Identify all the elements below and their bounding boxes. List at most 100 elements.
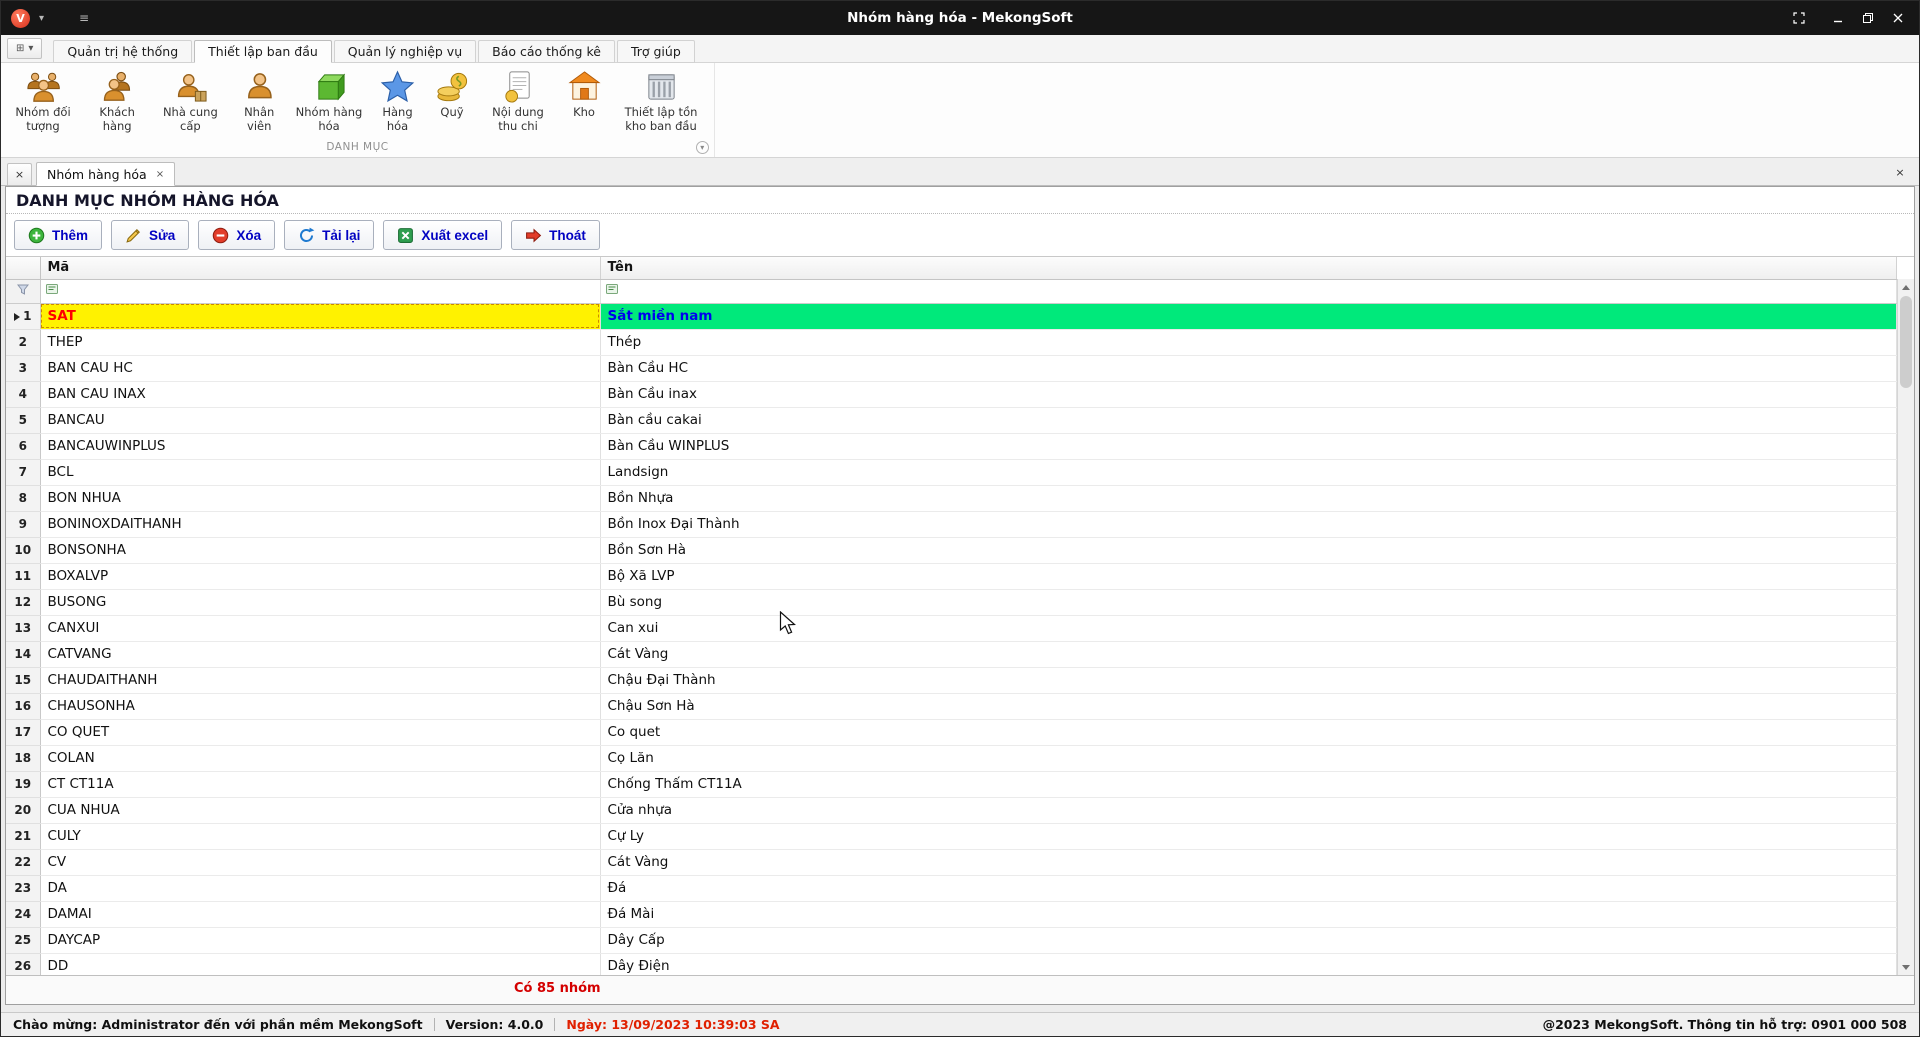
ribbon-item-nhom-hang-hoa[interactable]: Nhóm hàng hóa <box>289 67 369 139</box>
table-row[interactable]: 14CATVANGCát Vàng <box>6 641 1897 667</box>
row-indicator[interactable]: 17 <box>6 719 40 745</box>
cell-ten[interactable]: Chậu Sơn Hà <box>600 693 1897 719</box>
column-header-ma[interactable]: Mã <box>40 257 600 279</box>
cell-ten[interactable]: Bàn Cầu WINPLUS <box>600 433 1897 459</box>
cell-ten[interactable]: Cự Ly <box>600 823 1897 849</box>
table-row[interactable]: 18COLANCọ Lăn <box>6 745 1897 771</box>
cell-ma[interactable]: CO QUET <box>40 719 600 745</box>
row-indicator[interactable]: 26 <box>6 953 40 975</box>
cell-ten[interactable]: Cửa nhựa <box>600 797 1897 823</box>
quick-access-caret-icon[interactable]: ▾ <box>39 13 44 24</box>
tab-thiet-lap-ban-dau[interactable]: Thiết lập ban đầu <box>194 40 332 63</box>
cell-ma[interactable]: COLAN <box>40 745 600 771</box>
cell-ma[interactable]: DA <box>40 875 600 901</box>
cell-ten[interactable]: Bồn Nhựa <box>600 485 1897 511</box>
cell-ma[interactable]: BCL <box>40 459 600 485</box>
table-row[interactable]: 12BUSONGBù song <box>6 589 1897 615</box>
row-indicator[interactable]: 16 <box>6 693 40 719</box>
table-row[interactable]: 19CT CT11AChống Thấm CT11A <box>6 771 1897 797</box>
cell-ma[interactable]: DD <box>40 953 600 975</box>
tab-close-icon[interactable]: × <box>156 169 164 180</box>
table-row[interactable]: 1SATSắt miền nam <box>6 303 1897 329</box>
table-row[interactable]: 6BANCAUWINPLUSBàn Cầu WINPLUS <box>6 433 1897 459</box>
row-indicator[interactable]: 1 <box>6 303 40 329</box>
close-tab-button-right[interactable]: × <box>1890 163 1910 181</box>
row-indicator[interactable]: 23 <box>6 875 40 901</box>
document-tab-nhom-hang-hoa[interactable]: Nhóm hàng hóa × <box>36 162 175 186</box>
row-indicator[interactable]: 22 <box>6 849 40 875</box>
column-header-ten[interactable]: Tên <box>600 257 1897 279</box>
cell-ten[interactable]: Đá Mài <box>600 901 1897 927</box>
cell-ma[interactable]: BON NHUA <box>40 485 600 511</box>
row-indicator[interactable]: 20 <box>6 797 40 823</box>
cell-ten[interactable]: Dây Điện <box>600 953 1897 975</box>
table-row[interactable]: 21CULYCự Ly <box>6 823 1897 849</box>
fit-screen-button[interactable] <box>1787 8 1810 28</box>
table-row[interactable]: 5BANCAUBàn cầu cakai <box>6 407 1897 433</box>
cell-ten[interactable]: Bộ Xã LVP <box>600 563 1897 589</box>
cell-ten[interactable]: Dây Cấp <box>600 927 1897 953</box>
row-indicator[interactable]: 7 <box>6 459 40 485</box>
cell-ten[interactable]: Bồn Inox Đại Thành <box>600 511 1897 537</box>
cell-ma[interactable]: CHAUDAITHANH <box>40 667 600 693</box>
cell-ten[interactable]: Thép <box>600 329 1897 355</box>
cell-ma[interactable]: DAMAI <box>40 901 600 927</box>
table-row[interactable]: 26DDDây Điện <box>6 953 1897 975</box>
row-indicator[interactable]: 6 <box>6 433 40 459</box>
cell-ma[interactable]: CUA NHUA <box>40 797 600 823</box>
table-row[interactable]: 11BOXALVPBộ Xã LVP <box>6 563 1897 589</box>
table-row[interactable]: 20CUA NHUACửa nhựa <box>6 797 1897 823</box>
cell-ma[interactable]: CT CT11A <box>40 771 600 797</box>
table-row[interactable]: 22CVCát Vàng <box>6 849 1897 875</box>
row-indicator[interactable]: 11 <box>6 563 40 589</box>
vertical-scrollbar[interactable] <box>1897 279 1914 975</box>
cell-ten[interactable]: Landsign <box>600 459 1897 485</box>
delete-button[interactable]: Xóa <box>198 220 275 250</box>
row-indicator[interactable]: 19 <box>6 771 40 797</box>
cell-ma[interactable]: BANCAU <box>40 407 600 433</box>
table-row[interactable]: 23DAĐá <box>6 875 1897 901</box>
table-row[interactable]: 17CO QUETCo quet <box>6 719 1897 745</box>
row-indicator[interactable]: 13 <box>6 615 40 641</box>
row-indicator[interactable]: 15 <box>6 667 40 693</box>
row-indicator[interactable]: 4 <box>6 381 40 407</box>
row-indicator[interactable]: 2 <box>6 329 40 355</box>
ribbon-item-quy[interactable]: Quỹ <box>426 67 478 139</box>
table-row[interactable]: 3BAN CAU HCBàn Cầu HC <box>6 355 1897 381</box>
cell-ma[interactable]: CHAUSONHA <box>40 693 600 719</box>
cell-ma[interactable]: CANXUI <box>40 615 600 641</box>
cell-ten[interactable]: Cọ Lăn <box>600 745 1897 771</box>
table-row[interactable]: 16CHAUSONHAChậu Sơn Hà <box>6 693 1897 719</box>
tab-quan-tri-he-thong[interactable]: Quản trị hệ thống <box>53 40 192 63</box>
tab-bao-cao-thong-ke[interactable]: Báo cáo thống kê <box>478 40 615 63</box>
cell-ma[interactable]: BUSONG <box>40 589 600 615</box>
cell-ten[interactable]: Can xui <box>600 615 1897 641</box>
filter-cell-ten[interactable] <box>600 279 1897 303</box>
table-row[interactable]: 2THEPThép <box>6 329 1897 355</box>
row-indicator[interactable]: 25 <box>6 927 40 953</box>
cell-ma[interactable]: BAN CAU INAX <box>40 381 600 407</box>
table-row[interactable]: 25DAYCAPDây Cấp <box>6 927 1897 953</box>
ribbon-item-nha-cung-cap[interactable]: Nhà cung cấp <box>151 67 229 139</box>
ribbon-item-nhan-vien[interactable]: Nhân viên <box>229 67 289 139</box>
cell-ten[interactable]: Sắt miền nam <box>600 303 1897 329</box>
close-tab-button-left[interactable]: × <box>7 163 32 185</box>
cell-ten[interactable]: Chống Thấm CT11A <box>600 771 1897 797</box>
row-indicator[interactable]: 5 <box>6 407 40 433</box>
row-indicator[interactable]: 24 <box>6 901 40 927</box>
cell-ten[interactable]: Co quet <box>600 719 1897 745</box>
row-indicator[interactable]: 18 <box>6 745 40 771</box>
ribbon-item-hang-hoa[interactable]: Hàng hóa <box>369 67 426 139</box>
cell-ma[interactable]: BANCAUWINPLUS <box>40 433 600 459</box>
cell-ma[interactable]: SAT <box>40 303 600 329</box>
row-indicator[interactable]: 21 <box>6 823 40 849</box>
table-row[interactable]: 13CANXUICan xui <box>6 615 1897 641</box>
cell-ma[interactable]: CV <box>40 849 600 875</box>
tab-tro-giup[interactable]: Trợ giúp <box>617 40 695 63</box>
exit-button[interactable]: Thoát <box>511 220 600 250</box>
edit-button[interactable]: Sửa <box>111 220 189 250</box>
row-indicator[interactable]: 8 <box>6 485 40 511</box>
row-indicator[interactable]: 9 <box>6 511 40 537</box>
cell-ten[interactable]: Bàn cầu cakai <box>600 407 1897 433</box>
export-excel-button[interactable]: Xuất excel <box>383 220 502 250</box>
